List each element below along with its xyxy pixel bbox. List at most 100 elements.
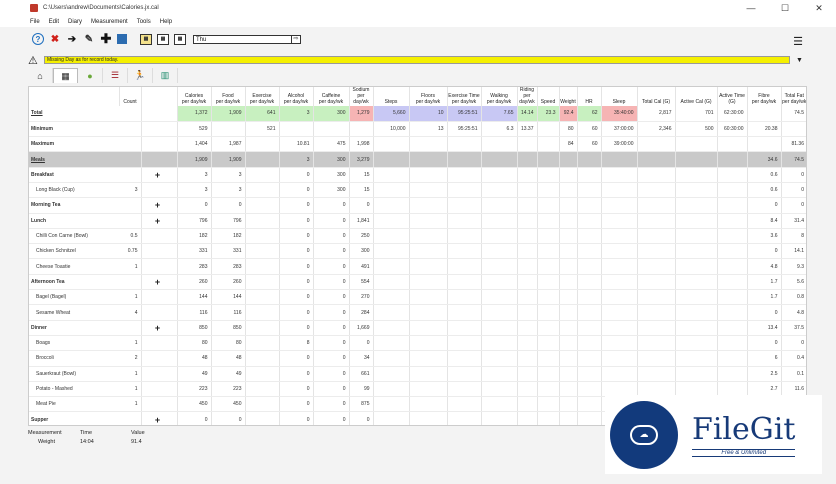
column-header[interactable]: Sleep [601,87,638,106]
cell-value[interactable]: 0 [279,366,314,382]
cell-value[interactable] [537,197,560,214]
cell-value[interactable]: 0 [279,304,314,321]
cell-value[interactable] [481,411,518,425]
cell-value[interactable] [373,350,410,367]
cell-value[interactable] [409,366,448,382]
cell-value[interactable]: 60 [577,136,602,153]
cell-value[interactable]: 3 [279,151,314,168]
cell-value[interactable] [717,289,748,306]
row-count[interactable] [119,151,142,168]
cell-value[interactable]: 0 [747,304,782,321]
cell-value[interactable]: 48 [177,350,212,367]
cell-value[interactable] [409,213,448,229]
cell-value[interactable] [537,411,560,425]
calendar-day-icon[interactable]: ▦ [140,33,152,45]
table-row[interactable]: Long Black (Cup) 3 3 3 0 300 15 0.6 0 [29,182,806,199]
table-row[interactable]: Sauerkraut (Bowl) 1 49 49 0 0 661 2.5 0.1 [29,366,806,382]
cell-value[interactable] [601,197,638,214]
cell-value[interactable]: 283 [177,258,212,275]
go-button[interactable]: ⇨ [291,35,300,43]
cell-value[interactable] [559,350,578,367]
cell-value[interactable] [481,350,518,367]
cell-value[interactable]: 49 [177,366,212,382]
cell-value[interactable]: 0 [313,304,350,321]
cell-value[interactable] [447,167,482,183]
cell-value[interactable]: 796 [211,213,246,229]
cell-value[interactable]: 0 [279,213,314,229]
cell-value[interactable]: 0 [313,411,350,425]
cell-value[interactable]: 300 [313,106,350,122]
cell-value[interactable] [637,320,676,336]
column-header[interactable]: Caffeine per day/wk [313,87,350,106]
cell-value[interactable] [313,121,350,138]
cell-value[interactable]: 0 [279,396,314,413]
cell-value[interactable] [481,213,518,229]
cell-value[interactable]: 3 [211,167,246,183]
cell-value[interactable]: 3 [211,182,246,199]
cell-value[interactable] [717,243,748,260]
cell-value[interactable] [517,350,538,367]
tab-diary-icon[interactable]: ▦ [53,68,78,83]
cell-value[interactable]: 283 [211,258,246,275]
cell-value[interactable] [245,197,280,214]
cell-value[interactable] [675,350,718,367]
cell-value[interactable] [559,320,578,336]
column-header[interactable]: Exercise Time per day/wk [447,87,482,106]
dropdown-arrow-icon[interactable]: ▼ [796,57,803,64]
cell-value[interactable] [517,258,538,275]
cell-value[interactable] [447,182,482,199]
help-icon[interactable]: ? [32,33,44,45]
cell-value[interactable] [447,151,482,168]
cell-value[interactable] [675,335,718,352]
cell-value[interactable] [577,274,602,291]
cell-value[interactable]: 661 [349,366,374,382]
cell-value[interactable]: 34.6 [747,151,782,168]
cell-value[interactable] [373,274,410,291]
cell-value[interactable]: 0 [747,197,782,214]
cell-value[interactable] [577,289,602,306]
cell-value[interactable]: 0 [781,335,806,352]
table-row[interactable]: Maximum 1,404 1,987 10.81 475 1,998 84 60 39:00:… [29,136,806,153]
cell-value[interactable]: 13 [409,121,448,138]
cell-value[interactable]: 0 [177,197,212,214]
cell-value[interactable]: 0 [313,289,350,306]
cell-value[interactable] [577,381,602,398]
cell-value[interactable]: 74.5 [781,106,806,122]
cell-value[interactable]: 0.4 [781,350,806,367]
calendar-month-icon[interactable]: ▦ [174,33,186,45]
cell-value[interactable]: 300 [313,151,350,168]
cell-value[interactable] [481,320,518,336]
cell-value[interactable]: 0 [279,197,314,214]
cell-value[interactable]: 60:30:00 [717,121,748,138]
cell-value[interactable]: 0 [211,411,246,425]
cell-value[interactable] [373,243,410,260]
cell-value[interactable] [577,258,602,275]
cell-value[interactable]: 2,346 [637,121,676,138]
cell-value[interactable] [675,167,718,183]
cell-value[interactable]: 0 [279,167,314,183]
cell-value[interactable]: 37.5 [781,320,806,336]
cell-value[interactable] [245,381,280,398]
cell-value[interactable] [245,151,280,168]
edit-icon[interactable]: ✎ [83,33,95,45]
cell-value[interactable] [537,151,560,168]
column-header[interactable]: Sodium per day/wk [349,87,374,106]
cell-value[interactable] [637,289,676,306]
cell-value[interactable]: 500 [675,121,718,138]
cell-value[interactable] [537,366,560,382]
cell-value[interactable] [211,121,246,138]
cell-value[interactable] [373,366,410,382]
cell-value[interactable] [577,197,602,214]
cell-value[interactable]: 529 [177,121,212,138]
cell-value[interactable] [577,182,602,199]
cell-value[interactable] [409,411,448,425]
cell-value[interactable]: 5.6 [781,274,806,291]
cell-value[interactable] [409,228,448,245]
column-header[interactable]: Exercise per day/wk [245,87,280,106]
table-row[interactable]: Boags 1 80 80 8 0 0 0 0 [29,335,806,352]
cell-value[interactable] [373,228,410,245]
hamburger-menu-icon[interactable]: ☰ [793,35,803,48]
summary-row[interactable]: Weight 14:04 91.4 [28,439,268,445]
cell-value[interactable]: 6.3 [481,121,518,138]
cell-value[interactable]: 0 [781,197,806,214]
